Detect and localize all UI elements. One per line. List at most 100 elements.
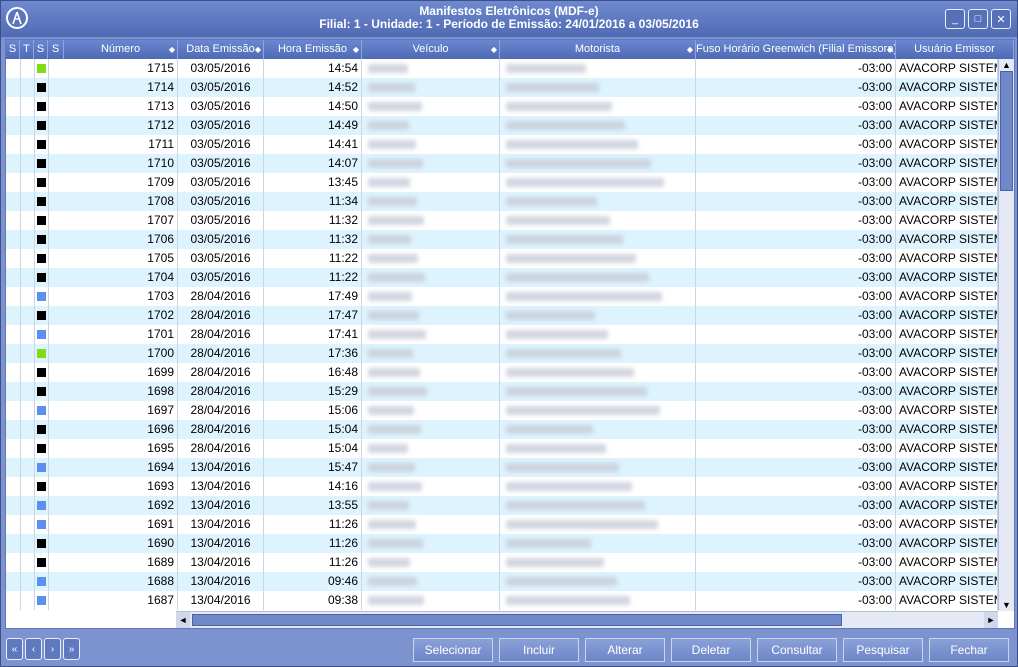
horizontal-scrollbar[interactable]: ◄ ►: [176, 611, 998, 628]
title-bar[interactable]: Manifestos Eletrônicos (MDF-e) Filial: 1…: [1, 1, 1017, 37]
mdfe-window: Manifestos Eletrônicos (MDF-e) Filial: 1…: [0, 0, 1018, 667]
table-row[interactable]: 171503/05/201614:54 -03:00AVACORP SISTEMA…: [6, 59, 998, 79]
header-s2-col[interactable]: S: [34, 40, 48, 59]
scroll-right-icon[interactable]: ►: [984, 612, 998, 628]
table-row[interactable]: 168713/04/201609:38 -03:00AVACORP SISTEMA…: [6, 591, 998, 610]
redacted-value: [506, 235, 623, 244]
consultar-button[interactable]: Consultar: [757, 638, 837, 662]
table-row[interactable]: 170803/05/201611:34 -03:00AVACORP SISTEMA…: [6, 192, 998, 211]
header-usuario-emissor[interactable]: Usuário Emissor: [896, 40, 1014, 59]
table-row[interactable]: 169628/04/201615:04 -03:00AVACORP SISTEMA…: [6, 420, 998, 439]
incluir-button[interactable]: Incluir: [499, 638, 579, 662]
table-row[interactable]: 169213/04/201613:55 -03:00AVACORP SISTEMA…: [6, 496, 998, 515]
redacted-value: [368, 140, 416, 149]
cell-fuso-horario: -03:00: [696, 59, 896, 78]
sort-icon: ◆: [886, 45, 893, 54]
header-motorista[interactable]: Motorista ◆: [500, 40, 696, 59]
deletar-button[interactable]: Deletar: [671, 638, 751, 662]
horizontal-scroll-thumb[interactable]: [192, 614, 842, 626]
table-row[interactable]: 170128/04/201617:41 -03:00AVACORP SISTEMA…: [6, 325, 998, 344]
column-divider: [20, 287, 21, 306]
column-divider: [34, 515, 35, 534]
selecionar-button[interactable]: Selecionar: [413, 638, 493, 662]
sort-icon: ◆: [686, 45, 693, 54]
column-divider: [48, 553, 49, 572]
header-data-emissao[interactable]: Data Emissão ◆: [178, 40, 264, 59]
cell-fuso-horario: -03:00: [696, 97, 896, 116]
vertical-scrollbar[interactable]: ▲ ▼: [998, 59, 1014, 611]
scroll-down-icon[interactable]: ▼: [999, 599, 1014, 611]
column-divider: [20, 116, 21, 135]
cell-numero: 1689: [64, 553, 178, 572]
header-numero[interactable]: Número ◆: [64, 40, 178, 59]
column-divider: [34, 59, 35, 78]
redacted-value: [368, 178, 410, 187]
header-t-col[interactable]: T: [20, 40, 34, 59]
table-row[interactable]: 170028/04/201617:36 -03:00AVACORP SISTEMA…: [6, 344, 998, 363]
cell-usuario-emissor: AVACORP SISTEMAS: [896, 97, 998, 116]
column-divider: [34, 211, 35, 230]
scroll-up-icon[interactable]: ▲: [999, 59, 1014, 71]
close-button[interactable]: ✕: [991, 9, 1011, 29]
table-row[interactable]: 168813/04/201609:46 -03:00AVACORP SISTEMA…: [6, 572, 998, 591]
table-row[interactable]: 169528/04/201615:04 -03:00AVACORP SISTEMA…: [6, 439, 998, 458]
table-row[interactable]: 170328/04/201617:49 -03:00AVACORP SISTEMA…: [6, 287, 998, 306]
redacted-value: [506, 482, 632, 491]
cell-motorista: [500, 173, 696, 192]
table-row[interactable]: 170903/05/201613:45 -03:00AVACORP SISTEMA…: [6, 173, 998, 192]
cell-motorista: [500, 363, 696, 382]
column-divider: [20, 553, 21, 572]
vertical-scroll-thumb[interactable]: [1000, 71, 1013, 191]
status-indicator: [37, 83, 46, 92]
column-divider: [20, 515, 21, 534]
table-row[interactable]: 169013/04/201611:26 -03:00AVACORP SISTEMA…: [6, 534, 998, 553]
next-record-button[interactable]: ›: [44, 638, 61, 660]
table-row[interactable]: 168913/04/201611:26 -03:00AVACORP SISTEMA…: [6, 553, 998, 572]
redacted-value: [368, 292, 412, 301]
cell-fuso-horario: -03:00: [696, 420, 896, 439]
header-usuario-label: Usuário Emissor: [914, 43, 995, 55]
table-row[interactable]: 169113/04/201611:26 -03:00AVACORP SISTEMA…: [6, 515, 998, 534]
header-hora-emissao[interactable]: Hora Emissão ◆: [264, 40, 362, 59]
cell-motorista: [500, 306, 696, 325]
header-s3-col[interactable]: S: [48, 40, 64, 59]
cell-hora-emissao: 16:48: [264, 363, 362, 382]
table-row[interactable]: 169313/04/201614:16 -03:00AVACORP SISTEMA…: [6, 477, 998, 496]
table-row[interactable]: 171403/05/201614:52 -03:00AVACORP SISTEMA…: [6, 78, 998, 97]
table-row[interactable]: 169413/04/201615:47 -03:00AVACORP SISTEMA…: [6, 458, 998, 477]
table-row[interactable]: 171303/05/201614:50 -03:00AVACORP SISTEMA…: [6, 97, 998, 116]
last-record-button[interactable]: »: [63, 638, 80, 660]
table-row[interactable]: 171203/05/201614:49 -03:00AVACORP SISTEMA…: [6, 116, 998, 135]
cell-veiculo: [362, 534, 500, 553]
column-divider: [34, 173, 35, 192]
redacted-value: [368, 387, 427, 396]
alterar-button[interactable]: Alterar: [585, 638, 665, 662]
header-s-col[interactable]: S: [6, 40, 20, 59]
pesquisar-button[interactable]: Pesquisar: [843, 638, 923, 662]
minimize-button[interactable]: _: [945, 9, 965, 29]
prev-record-button[interactable]: ‹: [25, 638, 42, 660]
table-row[interactable]: 170503/05/201611:22 -03:00AVACORP SISTEMA…: [6, 249, 998, 268]
table-row[interactable]: 170403/05/201611:22 -03:00AVACORP SISTEMA…: [6, 268, 998, 287]
first-record-button[interactable]: «: [6, 638, 23, 660]
table-row[interactable]: 170228/04/201617:47 -03:00AVACORP SISTEMA…: [6, 306, 998, 325]
cell-usuario-emissor: AVACORP SISTEMAS: [896, 534, 998, 553]
fechar-button[interactable]: Fechar: [929, 638, 1009, 662]
column-divider: [20, 477, 21, 496]
status-indicator: [37, 254, 46, 263]
column-divider: [34, 287, 35, 306]
cell-motorista: [500, 496, 696, 515]
redacted-value: [506, 444, 606, 453]
table-row[interactable]: 169928/04/201616:48 -03:00AVACORP SISTEMA…: [6, 363, 998, 382]
table-row[interactable]: 170703/05/201611:32 -03:00AVACORP SISTEMA…: [6, 211, 998, 230]
table-row[interactable]: 171103/05/201614:41 -03:00AVACORP SISTEMA…: [6, 135, 998, 154]
table-row[interactable]: 171003/05/201614:07 -03:00AVACORP SISTEMA…: [6, 154, 998, 173]
cell-hora-emissao: 11:26: [264, 515, 362, 534]
header-fuso-horario[interactable]: Fuso Horário Greenwich (Filial Emissora)…: [696, 40, 896, 59]
header-veiculo[interactable]: Veículo ◆: [362, 40, 500, 59]
table-row[interactable]: 169728/04/201615:06 -03:00AVACORP SISTEMA…: [6, 401, 998, 420]
table-row[interactable]: 169828/04/201615:29 -03:00AVACORP SISTEMA…: [6, 382, 998, 401]
scroll-left-icon[interactable]: ◄: [176, 612, 190, 628]
table-row[interactable]: 170603/05/201611:32 -03:00AVACORP SISTEMA…: [6, 230, 998, 249]
maximize-button[interactable]: □: [968, 9, 988, 29]
